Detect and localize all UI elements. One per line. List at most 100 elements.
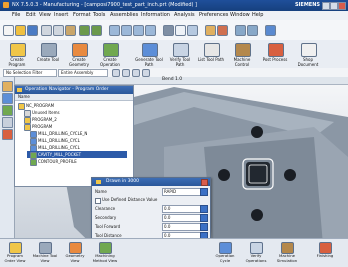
cut-icon[interactable]: [41, 25, 52, 36]
menu-assemblies[interactable]: Assemblies: [110, 12, 138, 18]
menu-format[interactable]: Format: [73, 12, 91, 18]
fit-view-icon[interactable]: [109, 25, 120, 36]
help-icon[interactable]: [265, 25, 276, 36]
create-operation-icon[interactable]: [103, 43, 119, 57]
close-button[interactable]: [338, 2, 346, 10]
tree-row[interactable]: PROGRAM: [15, 123, 133, 131]
part-navigator-icon[interactable]: [2, 105, 13, 116]
dialog-icon: [96, 180, 101, 184]
undo-icon[interactable]: [79, 25, 90, 36]
tree-row-selected[interactable]: CAVITY_MILL_POCKET: [27, 151, 127, 159]
machine-control-icon[interactable]: [235, 43, 251, 57]
menu-analysis[interactable]: Analysis: [174, 12, 195, 18]
wcs-icon[interactable]: [217, 25, 228, 36]
snap-center-icon[interactable]: [142, 69, 150, 77]
pan-icon[interactable]: [145, 25, 156, 36]
wireframe-icon[interactable]: [175, 25, 186, 36]
standard-toolbar: [0, 20, 348, 41]
create-program-icon[interactable]: [10, 43, 26, 57]
menu-tools[interactable]: Tools: [93, 12, 105, 18]
navigator-column-header[interactable]: Name: [15, 94, 133, 101]
history-icon[interactable]: [2, 117, 13, 128]
use-defined-distance-checkbox[interactable]: [95, 198, 101, 204]
operation-navigator-icon[interactable]: [2, 93, 13, 104]
drill-hole-4: [251, 209, 263, 221]
menu-file[interactable]: File: [12, 12, 20, 18]
create-operation-label: Create Operation: [100, 57, 120, 67]
orient-view-icon[interactable]: [187, 25, 198, 36]
contour-operation-icon: [30, 159, 37, 166]
save-icon[interactable]: [27, 25, 38, 36]
menu-window[interactable]: Window: [230, 12, 250, 18]
tree-row[interactable]: NC_PROGRAM: [15, 102, 133, 110]
tree-row[interactable]: MILL_DRILLING_CYCL: [15, 137, 133, 145]
verify-tool-path-icon[interactable]: [173, 43, 189, 57]
drill-hole-1: [251, 126, 263, 138]
snap-mid-icon[interactable]: [132, 69, 140, 77]
rotate-icon[interactable]: [133, 25, 144, 36]
selection-filter-dropdown[interactable]: No Selection Filter: [3, 69, 57, 77]
menu-view[interactable]: View: [39, 12, 51, 18]
new-file-icon[interactable]: [3, 25, 14, 36]
create-tool-icon[interactable]: [41, 43, 57, 57]
menu-insert[interactable]: Insert: [54, 12, 68, 18]
snap-end-icon[interactable]: [122, 69, 130, 77]
shaded-icon[interactable]: [163, 25, 174, 36]
tool-forward-spin-button[interactable]: [200, 223, 208, 231]
use-defined-distance-label: Use Defined Distance Value: [102, 197, 158, 202]
list-tool-path-icon[interactable]: [204, 43, 220, 57]
tree-row[interactable]: CONTOUR_PROFILE: [15, 158, 133, 166]
menu-information[interactable]: Information: [141, 12, 170, 18]
menu-edit[interactable]: Edit: [26, 12, 36, 18]
post-process-icon[interactable]: [268, 43, 284, 57]
clearance-label: Clearance: [95, 206, 116, 211]
finishing-button[interactable]: Finishing: [312, 241, 338, 266]
secondary-label: Secondary: [95, 215, 117, 220]
machining-method-view-button[interactable]: Machining Method View: [92, 241, 118, 266]
post-process-label: Post Process: [262, 57, 288, 62]
measure-icon[interactable]: [235, 25, 246, 36]
navigator-header: Operation Navigator - Program Order: [15, 86, 133, 94]
clearance-field[interactable]: 0.0: [162, 205, 201, 213]
dialog-close-button[interactable]: [201, 179, 208, 186]
roles-icon[interactable]: [2, 129, 13, 140]
zoom-icon[interactable]: [121, 25, 132, 36]
shop-document-icon[interactable]: [301, 43, 317, 57]
analysis-icon[interactable]: [247, 25, 258, 36]
create-geometry-icon[interactable]: [72, 43, 88, 57]
tool-forward-field[interactable]: 0.0: [162, 223, 201, 231]
dialog-header: Drawn in 3000: [92, 178, 210, 186]
machine-control-label: Machine Control: [233, 57, 251, 67]
machine-tool-view-button[interactable]: Machine Tool View: [32, 241, 58, 266]
snap-point-icon[interactable]: [112, 69, 120, 77]
name-field[interactable]: RAPID: [162, 188, 201, 196]
assembly-scope-dropdown[interactable]: Entire Assembly: [58, 69, 108, 77]
copy-icon[interactable]: [53, 25, 64, 36]
assembly-navigator-icon[interactable]: [2, 81, 13, 92]
menu-help[interactable]: Help: [252, 12, 263, 18]
tree-row[interactable]: PROGRAM_2: [15, 116, 133, 124]
geometry-view-button[interactable]: Geometry View: [62, 241, 88, 266]
secondary-spin-button[interactable]: [200, 214, 208, 222]
tree-row[interactable]: MILL_DRILLING_CYCLE_N: [15, 130, 133, 138]
clearance-spin-button[interactable]: [200, 205, 208, 213]
secondary-field[interactable]: 0.0: [162, 214, 201, 222]
maximize-button[interactable]: [330, 2, 338, 10]
tree-row[interactable]: Unused Items: [15, 109, 133, 117]
verify-operations-button[interactable]: Verify Operations: [243, 241, 269, 266]
manufacturing-toolbar: Create Program Create Tool Create Geomet…: [0, 40, 348, 69]
program-order-view-button[interactable]: Program Order View: [2, 241, 28, 266]
redo-icon[interactable]: [91, 25, 102, 36]
operation-cycle-button[interactable]: Operation Cycle: [212, 241, 238, 266]
generate-tool-path-icon[interactable]: [142, 43, 158, 57]
minimize-button[interactable]: [322, 2, 330, 10]
open-file-icon[interactable]: [15, 25, 26, 36]
paste-icon[interactable]: [65, 25, 76, 36]
name-dropdown-button[interactable]: [200, 188, 208, 196]
machine-simulation-button[interactable]: Machine Simulation: [274, 241, 300, 266]
tool-forward-label: Tool Forward: [95, 224, 121, 229]
tree-row[interactable]: MILL_DRILLING_CYCL: [15, 144, 133, 152]
menu-preferences[interactable]: Preferences: [199, 12, 228, 18]
list-tool-path-label: List Tool Path: [197, 57, 225, 62]
layer-icon[interactable]: [205, 25, 216, 36]
